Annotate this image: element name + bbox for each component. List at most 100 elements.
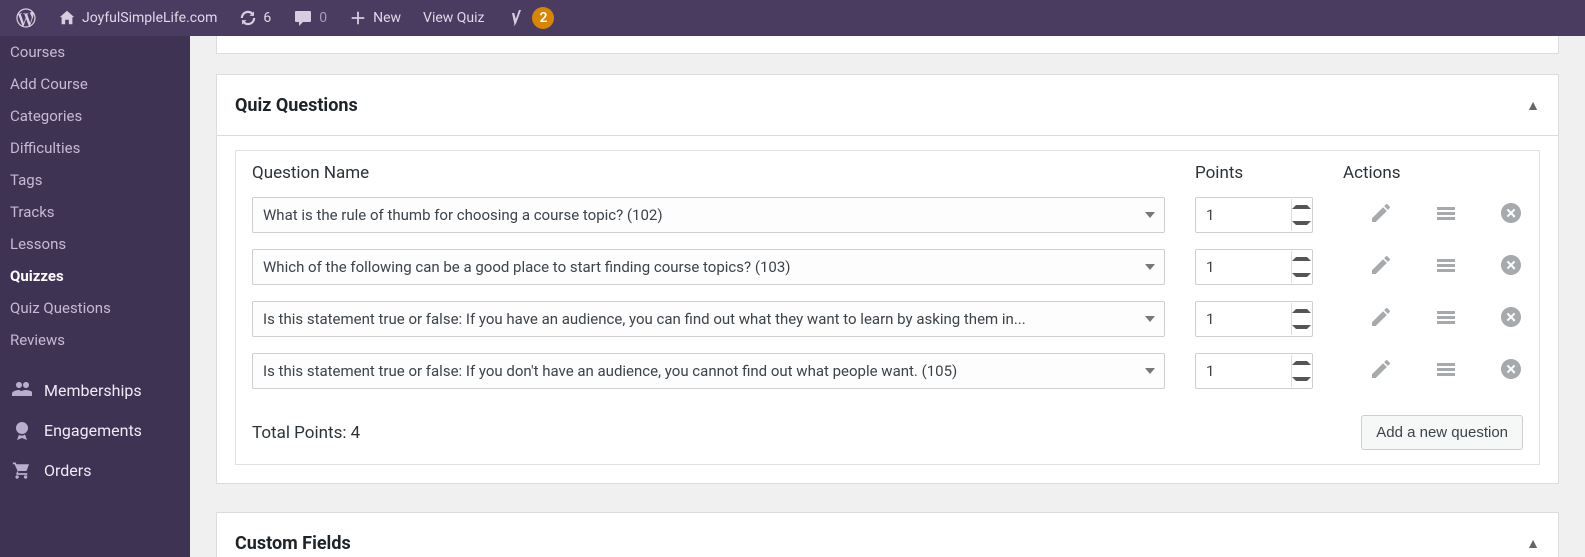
edit-button[interactable] <box>1369 201 1393 229</box>
col-question-name: Question Name <box>252 163 1195 183</box>
points-input[interactable]: 1 <box>1195 353 1313 389</box>
drag-handle[interactable] <box>1434 201 1458 229</box>
bars-icon <box>1434 253 1458 277</box>
collapse-icon[interactable]: ▲ <box>1526 97 1540 114</box>
table-footer: Total Points: 4 Add a new question <box>236 397 1539 464</box>
collapse-icon[interactable]: ▲ <box>1526 535 1540 552</box>
admin-sidebar: CoursesAdd CourseCategoriesDifficultiesT… <box>0 36 190 557</box>
table-header-row: Question Name Points Actions <box>236 151 1539 189</box>
drag-handle[interactable] <box>1434 305 1458 333</box>
close-circle-icon <box>1499 253 1523 277</box>
comment-icon <box>293 8 313 28</box>
question-select[interactable]: Is this statement true or false: If you … <box>252 301 1165 337</box>
number-spinner[interactable] <box>1291 355 1311 387</box>
number-spinner[interactable] <box>1291 251 1311 283</box>
question-select[interactable]: Is this statement true or false: If you … <box>252 353 1165 389</box>
sidebar-item-reviews[interactable]: Reviews <box>0 324 190 356</box>
close-circle-icon <box>1499 357 1523 381</box>
edit-button[interactable] <box>1369 305 1393 333</box>
delete-button[interactable] <box>1499 305 1523 333</box>
questions-table: Question Name Points Actions What is the… <box>235 150 1540 465</box>
update-icon <box>239 9 257 27</box>
yoast-count: 2 <box>532 7 554 29</box>
sidebar-item-quizzes[interactable]: Quizzes <box>0 260 190 292</box>
sidebar-item-lessons[interactable]: Lessons <box>0 228 190 260</box>
comments-link[interactable]: 0 <box>285 0 335 36</box>
delete-button[interactable] <box>1499 201 1523 229</box>
question-select-value: Is this statement true or false: If you … <box>252 353 1165 389</box>
drag-handle[interactable] <box>1434 357 1458 385</box>
quiz-questions-panel-header[interactable]: Quiz Questions ▲ <box>216 74 1559 136</box>
new-content-link[interactable]: New <box>341 0 409 36</box>
panel-title: Custom Fields <box>235 533 351 554</box>
award-icon <box>12 420 32 440</box>
pencil-icon <box>1369 253 1393 277</box>
sidebar-item-add-course[interactable]: Add Course <box>0 68 190 100</box>
plus-icon <box>349 9 367 27</box>
question-select-value: Is this statement true or false: If you … <box>252 301 1165 337</box>
actions-cell <box>1343 305 1523 333</box>
chevron-down-icon <box>1145 368 1155 374</box>
delete-button[interactable] <box>1499 357 1523 385</box>
sidebar-item-tracks[interactable]: Tracks <box>0 196 190 228</box>
drag-handle[interactable] <box>1434 253 1458 281</box>
pencil-icon <box>1369 201 1393 225</box>
points-input[interactable]: 1 <box>1195 197 1313 233</box>
edit-button[interactable] <box>1369 253 1393 281</box>
view-quiz-label: View Quiz <box>423 10 484 26</box>
content-area: Quiz Questions ▲ Question Name Points Ac… <box>190 36 1585 557</box>
actions-cell <box>1343 201 1523 229</box>
close-circle-icon <box>1499 201 1523 225</box>
sidebar-item-difficulties[interactable]: Difficulties <box>0 132 190 164</box>
question-row: Is this statement true or false: If you … <box>236 293 1539 345</box>
view-quiz-link[interactable]: View Quiz <box>415 0 492 36</box>
panel-title: Quiz Questions <box>235 95 358 116</box>
points-cell: 1 <box>1195 249 1343 285</box>
sidebar-item-quiz-questions[interactable]: Quiz Questions <box>0 292 190 324</box>
pencil-icon <box>1369 305 1393 329</box>
question-select-value: Which of the following can be a good pla… <box>252 249 1165 285</box>
total-points-label: Total Points: 4 <box>252 423 360 443</box>
sidebar-item-orders[interactable]: Orders <box>0 450 190 490</box>
add-question-button[interactable]: Add a new question <box>1361 415 1523 450</box>
quiz-questions-panel-body: Question Name Points Actions What is the… <box>216 136 1559 484</box>
chevron-down-icon <box>1145 264 1155 270</box>
question-select[interactable]: Which of the following can be a good pla… <box>252 249 1165 285</box>
sidebar-item-courses[interactable]: Courses <box>0 36 190 68</box>
prev-panel-bottom <box>216 36 1559 54</box>
cart-icon <box>12 460 32 480</box>
question-select-value: What is the rule of thumb for choosing a… <box>252 197 1165 233</box>
question-select[interactable]: What is the rule of thumb for choosing a… <box>252 197 1165 233</box>
actions-cell <box>1343 253 1523 281</box>
bars-icon <box>1434 305 1458 329</box>
points-input[interactable]: 1 <box>1195 301 1313 337</box>
custom-fields-panel-header[interactable]: Custom Fields ▲ <box>216 512 1559 557</box>
wordpress-icon <box>16 8 36 28</box>
actions-cell <box>1343 357 1523 385</box>
number-spinner[interactable] <box>1291 303 1311 335</box>
sidebar-item-engagements[interactable]: Engagements <box>0 410 190 450</box>
chevron-down-icon <box>1145 316 1155 322</box>
updates-count: 6 <box>263 10 271 26</box>
yoast-link[interactable]: 2 <box>498 0 562 36</box>
sidebar-item-categories[interactable]: Categories <box>0 100 190 132</box>
number-spinner[interactable] <box>1291 199 1311 231</box>
admin-top-bar: JoyfulSimpleLife.com 6 0 New View Quiz 2 <box>0 0 1585 36</box>
site-name: JoyfulSimpleLife.com <box>82 10 217 26</box>
sidebar-item-tags[interactable]: Tags <box>0 164 190 196</box>
users-icon <box>12 380 32 400</box>
col-actions: Actions <box>1343 163 1523 183</box>
points-cell: 1 <box>1195 197 1343 233</box>
edit-button[interactable] <box>1369 357 1393 385</box>
points-input[interactable]: 1 <box>1195 249 1313 285</box>
bars-icon <box>1434 357 1458 381</box>
sidebar-item-memberships[interactable]: Memberships <box>0 370 190 410</box>
wp-logo[interactable] <box>8 0 44 36</box>
comments-count: 0 <box>319 10 327 26</box>
delete-button[interactable] <box>1499 253 1523 281</box>
bars-icon <box>1434 201 1458 225</box>
question-row: Which of the following can be a good pla… <box>236 241 1539 293</box>
updates-link[interactable]: 6 <box>231 0 279 36</box>
site-name-link[interactable]: JoyfulSimpleLife.com <box>50 0 225 36</box>
home-icon <box>58 9 76 27</box>
